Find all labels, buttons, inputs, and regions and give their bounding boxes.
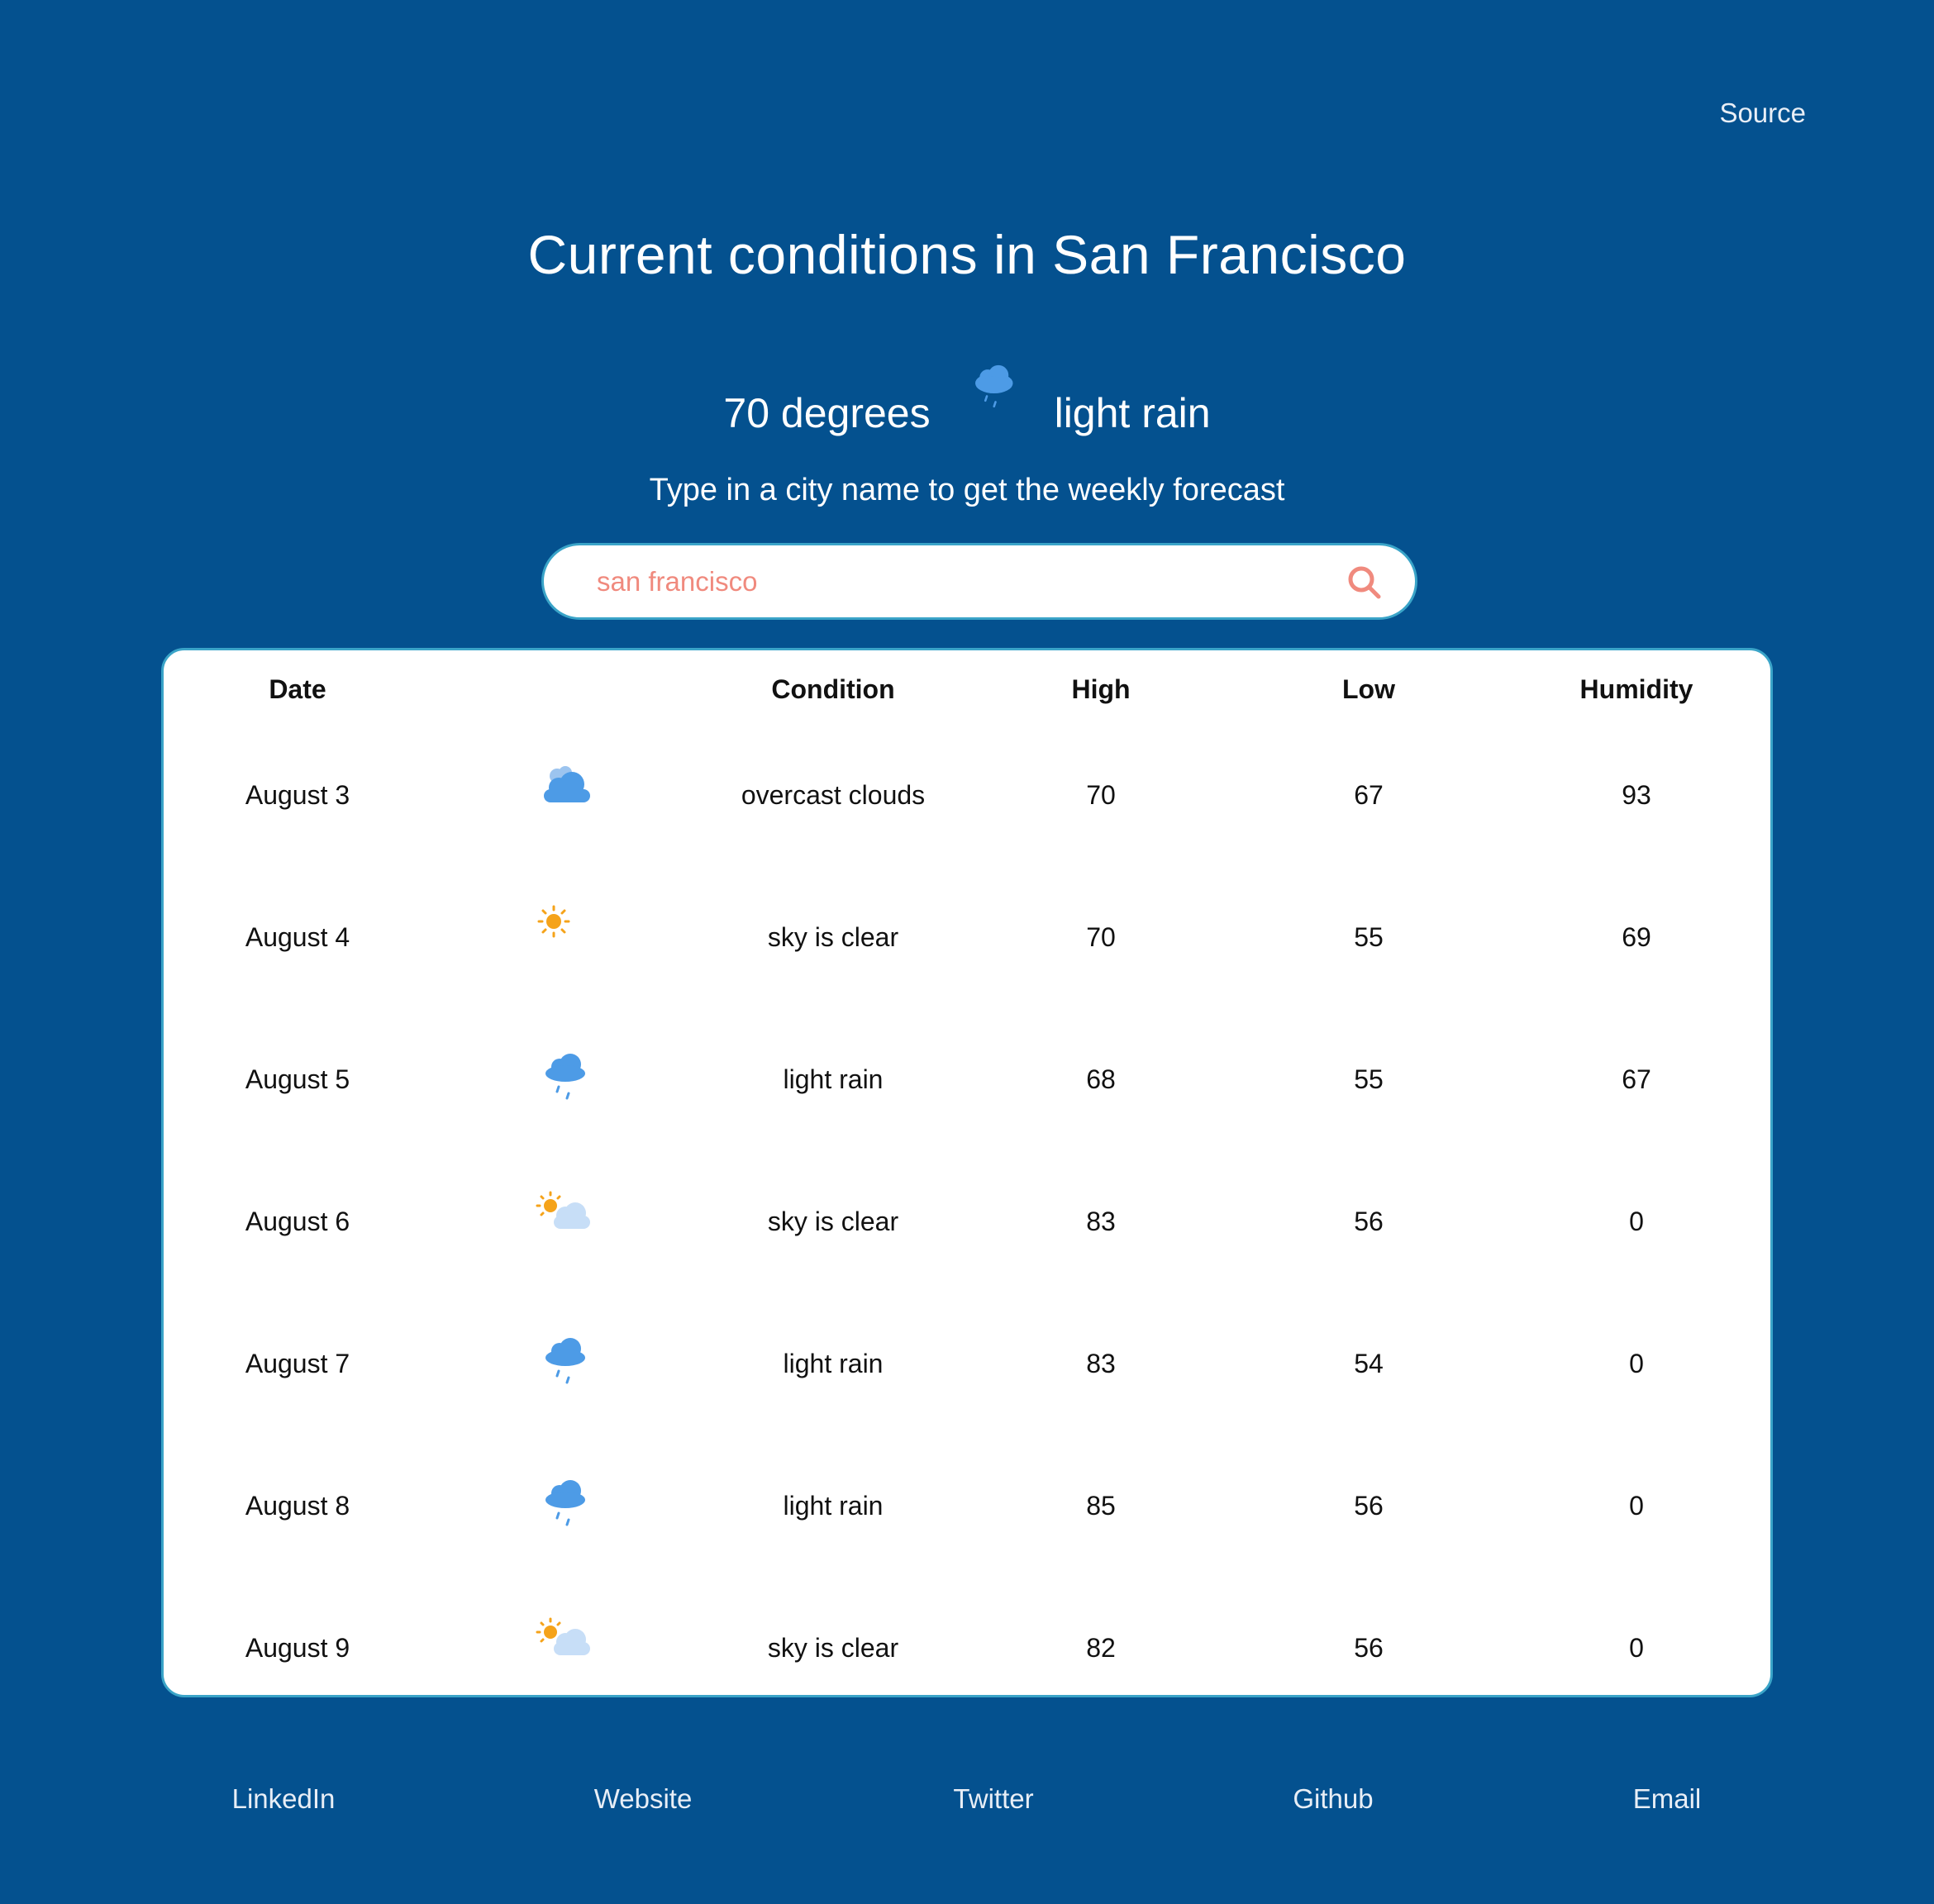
forecast-card: Date Condition High Low Humidity August … xyxy=(161,648,1773,1697)
current-condition: light rain xyxy=(1054,390,1211,436)
footer: LinkedIn Website Twitter Github Email xyxy=(0,1783,1934,1825)
header-low: Low xyxy=(1342,674,1395,704)
row-humidity: 67 xyxy=(1622,1064,1651,1094)
row-date: August 4 xyxy=(245,921,350,952)
row-icon-cell xyxy=(431,1577,699,1719)
forecast-table: Date Condition High Low Humidity August … xyxy=(164,650,1770,1719)
header-high: High xyxy=(1071,674,1131,704)
row-icon-cell xyxy=(431,1150,699,1292)
row-condition: sky is clear xyxy=(767,1632,899,1663)
row-high: 70 xyxy=(1086,921,1116,952)
rain-cloud-icon xyxy=(545,1338,585,1384)
table-row: August 6 sky is clear 83 56 0 xyxy=(164,1150,1770,1292)
footer-link-github[interactable]: Github xyxy=(1293,1783,1373,1815)
table-row: August 3 overcast clouds 70 67 93 xyxy=(164,724,1770,866)
row-high: 85 xyxy=(1086,1490,1116,1521)
table-row: August 4 sky is clear 70 55 69 xyxy=(164,866,1770,1008)
row-high: 68 xyxy=(1086,1064,1116,1094)
row-icon-cell xyxy=(431,1292,699,1435)
row-humidity: 0 xyxy=(1629,1490,1644,1521)
sun-icon xyxy=(537,905,570,938)
row-condition: overcast clouds xyxy=(741,779,926,810)
row-high: 70 xyxy=(1086,779,1116,810)
rain-cloud-icon xyxy=(974,364,1013,408)
row-icon-cell xyxy=(431,866,699,1008)
table-row: August 7 light rain 83 54 0 xyxy=(164,1292,1770,1435)
row-low: 56 xyxy=(1354,1206,1384,1236)
row-humidity: 0 xyxy=(1629,1632,1644,1663)
row-date: August 8 xyxy=(245,1490,350,1521)
row-low: 55 xyxy=(1354,921,1384,952)
sun-cloud-icon xyxy=(536,1191,590,1229)
row-humidity: 93 xyxy=(1622,779,1651,810)
row-condition: light rain xyxy=(783,1064,884,1094)
rain-cloud-icon xyxy=(545,1480,585,1526)
row-condition: light rain xyxy=(783,1490,884,1521)
page-title: Current conditions in San Francisco xyxy=(527,224,1407,285)
table-header-row: Date Condition High Low Humidity xyxy=(164,650,1770,724)
row-humidity: 0 xyxy=(1629,1348,1644,1378)
row-date: August 5 xyxy=(245,1064,350,1094)
row-condition: light rain xyxy=(783,1348,884,1378)
row-condition: sky is clear xyxy=(767,921,899,952)
row-date: August 3 xyxy=(245,779,350,810)
footer-link-website[interactable]: Website xyxy=(594,1783,693,1815)
row-low: 56 xyxy=(1354,1632,1384,1663)
row-icon-cell xyxy=(431,724,699,866)
overcast-cloud-icon xyxy=(544,766,590,802)
rain-cloud-icon xyxy=(545,1054,585,1100)
header-date: Date xyxy=(269,674,326,704)
row-icon-cell xyxy=(431,1008,699,1150)
row-humidity: 0 xyxy=(1629,1206,1644,1236)
row-humidity: 69 xyxy=(1622,921,1651,952)
row-high: 83 xyxy=(1086,1206,1116,1236)
search-prompt: Type in a city name to get the weekly fo… xyxy=(649,473,1285,507)
footer-link-email[interactable]: Email xyxy=(1633,1783,1702,1815)
sun-cloud-icon xyxy=(536,1617,590,1655)
header-icon xyxy=(431,650,699,724)
search-icon[interactable] xyxy=(1346,564,1382,600)
row-low: 67 xyxy=(1354,779,1384,810)
search-bar xyxy=(541,543,1417,620)
table-row: August 8 light rain 85 56 0 xyxy=(164,1435,1770,1577)
footer-link-linkedin[interactable]: LinkedIn xyxy=(232,1783,336,1815)
row-date: August 7 xyxy=(245,1348,350,1378)
row-low: 56 xyxy=(1354,1490,1384,1521)
header-condition: Condition xyxy=(771,674,895,704)
row-low: 55 xyxy=(1354,1064,1384,1094)
row-high: 83 xyxy=(1086,1348,1116,1378)
row-date: August 6 xyxy=(245,1206,350,1236)
row-low: 54 xyxy=(1354,1348,1384,1378)
current-temperature: 70 degrees xyxy=(723,390,931,436)
table-row: August 5 light rain 68 55 67 xyxy=(164,1008,1770,1150)
row-date: August 9 xyxy=(245,1632,350,1663)
row-icon-cell xyxy=(431,1435,699,1577)
search-input[interactable] xyxy=(595,564,1326,598)
row-condition: sky is clear xyxy=(767,1206,899,1236)
header-humidity: Humidity xyxy=(1579,674,1693,704)
table-row: August 9 sky is clear 82 56 0 xyxy=(164,1577,1770,1719)
source-link[interactable]: Source xyxy=(1719,98,1806,129)
row-high: 82 xyxy=(1086,1632,1116,1663)
current-conditions: 70 degrees light rain xyxy=(0,360,1934,443)
footer-link-twitter[interactable]: Twitter xyxy=(953,1783,1033,1815)
